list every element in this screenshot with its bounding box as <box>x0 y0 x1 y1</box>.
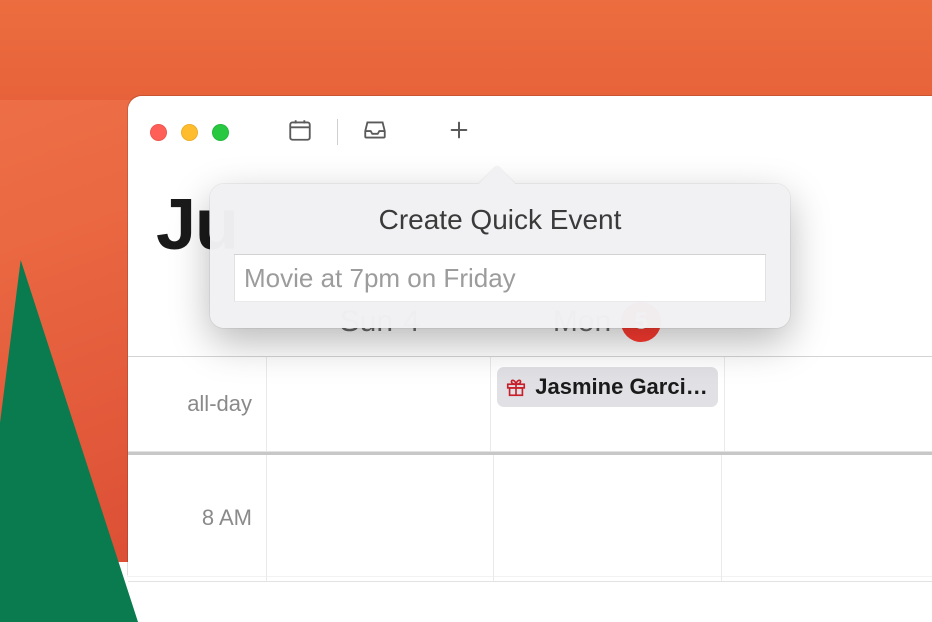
window-controls <box>150 124 229 141</box>
gift-icon <box>505 376 527 398</box>
window-minimize-button[interactable] <box>181 124 198 141</box>
allday-event[interactable]: Jasmine Garci… <box>497 367 717 407</box>
time-cell[interactable] <box>493 455 720 581</box>
allday-label: all-day <box>128 357 266 451</box>
allday-cell-mon[interactable]: Jasmine Garci… <box>490 357 723 451</box>
window-close-button[interactable] <box>150 124 167 141</box>
event-title: Jasmine Garci… <box>535 374 707 400</box>
calendars-button[interactable] <box>277 112 323 152</box>
calendar-icon <box>287 117 313 148</box>
window-titlebar <box>128 96 932 168</box>
time-row: 8 AM <box>128 452 932 582</box>
inbox-button[interactable] <box>352 112 398 152</box>
inbox-icon <box>362 117 388 148</box>
popover-title: Create Quick Event <box>234 204 766 236</box>
time-cell[interactable] <box>266 455 493 581</box>
toolbar-separator <box>337 119 338 145</box>
wallpaper-segment <box>0 0 932 100</box>
time-label: 8 AM <box>128 455 266 581</box>
time-cell[interactable] <box>721 455 932 581</box>
window-zoom-button[interactable] <box>212 124 229 141</box>
quick-event-popover: Create Quick Event <box>210 184 790 328</box>
quick-event-input[interactable] <box>234 254 766 302</box>
plus-icon <box>448 119 470 146</box>
add-event-button[interactable] <box>436 112 482 152</box>
calendar-grid: all-day Jasmine Garci… <box>128 356 932 576</box>
allday-row: all-day Jasmine Garci… <box>128 357 932 452</box>
allday-cell[interactable] <box>724 357 932 451</box>
allday-cell-sun[interactable] <box>266 357 490 451</box>
calendar-window: Ju Sun 4 Mon 5 all-day <box>128 96 932 576</box>
